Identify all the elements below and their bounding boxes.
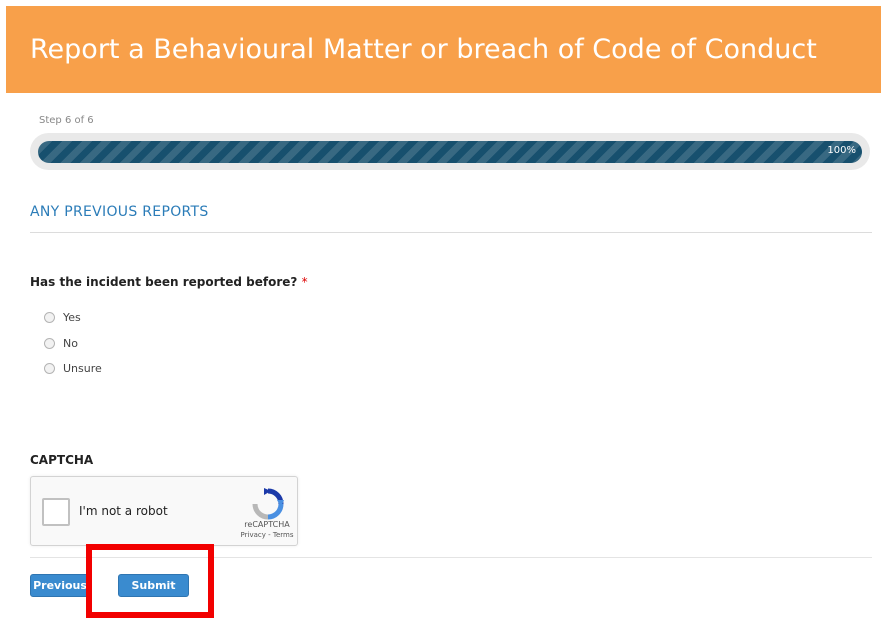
question-text: Has the incident been reported before? [30, 275, 298, 289]
required-marker: * [301, 275, 308, 289]
radio-label-no: No [63, 336, 78, 350]
page-title: Report a Behavioural Matter or breach of… [30, 34, 817, 65]
radio-button-unsure[interactable] [44, 362, 55, 374]
section-title: ANY PREVIOUS REPORTS [30, 204, 209, 220]
recaptcha-checkbox[interactable] [42, 498, 70, 526]
radio-label-yes: Yes [63, 310, 81, 324]
recaptcha-widget: I'm not a robot reCAPTCHA Privacy - Term… [30, 476, 298, 546]
page-header: Report a Behavioural Matter or breach of… [6, 6, 881, 93]
section-divider [30, 232, 872, 233]
radio-label-unsure: Unsure [63, 361, 102, 375]
captcha-label: CAPTCHA [30, 453, 94, 467]
recaptcha-logo-icon [252, 488, 284, 520]
radio-option-yes[interactable]: Yes [44, 310, 81, 324]
progress-label: 100% [827, 145, 856, 156]
progress-bar: 100% [38, 141, 862, 163]
radio-button-yes[interactable] [44, 311, 55, 323]
question-label: Has the incident been reported before? * [30, 275, 308, 289]
radio-button-no[interactable] [44, 337, 55, 349]
progress-track: 100% [30, 133, 870, 170]
previous-button[interactable]: Previous [30, 574, 90, 597]
radio-option-unsure[interactable]: Unsure [44, 361, 102, 375]
recaptcha-links[interactable]: Privacy - Terms [235, 531, 299, 539]
step-indicator: Step 6 of 6 [39, 115, 94, 126]
highlight-box [86, 544, 214, 618]
radio-option-no[interactable]: No [44, 336, 78, 350]
recaptcha-text: I'm not a robot [79, 504, 168, 518]
recaptcha-brand: reCAPTCHA [244, 520, 290, 529]
